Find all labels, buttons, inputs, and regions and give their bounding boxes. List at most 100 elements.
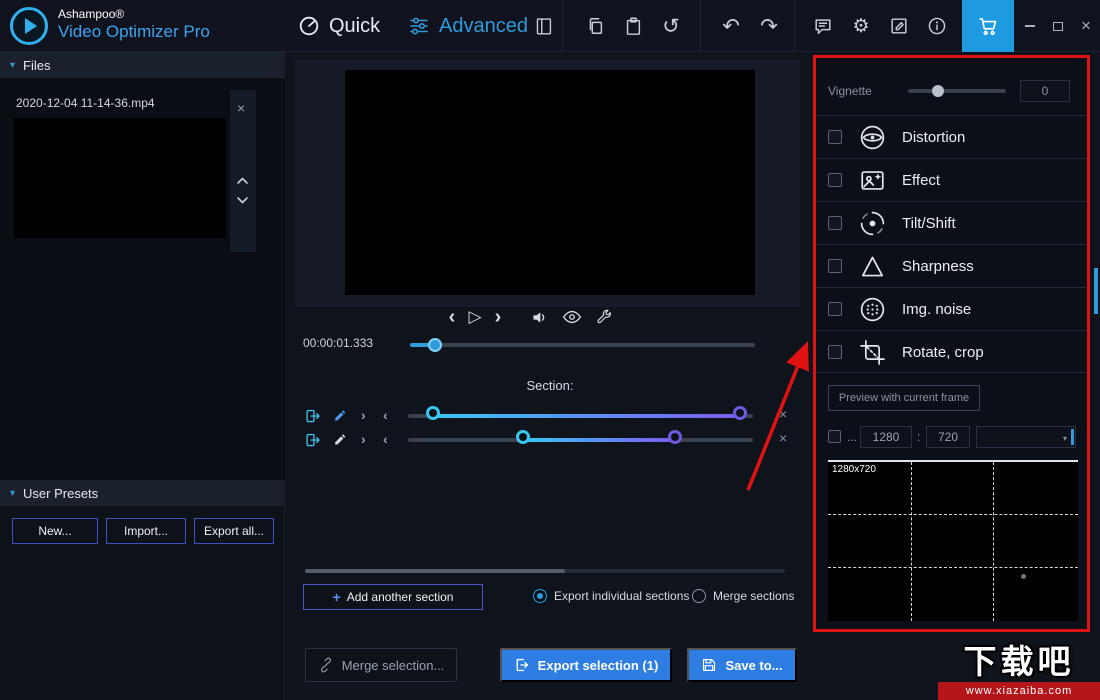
next-frame-button[interactable]: ›	[489, 305, 507, 329]
section-end-set-icon[interactable]: ‹	[383, 431, 388, 447]
radio-unselected-icon[interactable]	[692, 589, 706, 603]
gear-icon: ⚙	[852, 15, 869, 38]
resolution-checkbox[interactable]	[828, 430, 841, 443]
preset-export-all-button[interactable]: Export all...	[194, 518, 274, 544]
checkbox[interactable]	[828, 345, 842, 359]
effect-row-sharpness[interactable]: Sharpness	[816, 244, 1087, 287]
tab-quick[interactable]: Quick	[298, 0, 380, 52]
resolution-preset-dropdown[interactable]: ▾	[976, 426, 1076, 448]
checkbox[interactable]	[828, 130, 842, 144]
sidebar: ▾ Files 2020-12-04 11-14-36.mp4 × ▾ User…	[0, 52, 285, 700]
scrollbar-thumb[interactable]	[305, 569, 565, 573]
remove-section-icon[interactable]: ×	[779, 406, 787, 422]
tab-advanced[interactable]: Advanced	[408, 0, 528, 52]
section-range-slider[interactable]	[408, 438, 753, 442]
checkbox[interactable]	[828, 259, 842, 273]
range-start-thumb[interactable]	[516, 430, 530, 444]
preview-toggle-button[interactable]	[560, 305, 584, 329]
move-up-icon[interactable]	[236, 176, 249, 185]
crop-preview[interactable]: 1280x720	[828, 460, 1078, 621]
range-end-thumb[interactable]	[733, 406, 747, 420]
section-range-slider[interactable]	[408, 414, 753, 418]
resolution-height-input[interactable]: 720	[926, 426, 970, 448]
play-button[interactable]: ▷	[464, 305, 486, 329]
resolution-width-input[interactable]: 1280	[860, 426, 912, 448]
redo-button[interactable]: ↷	[750, 0, 788, 52]
info-button[interactable]	[918, 0, 956, 52]
range-end-thumb[interactable]	[668, 430, 682, 444]
preset-import-button[interactable]: Import...	[106, 518, 186, 544]
section-start-set-icon[interactable]: ›	[361, 407, 366, 423]
merge-selection-button[interactable]: Merge selection...	[305, 648, 457, 682]
effect-label: Tilt/Shift	[902, 215, 956, 232]
notes-button[interactable]	[880, 0, 918, 52]
pencil-icon	[333, 408, 348, 423]
export-selection-button[interactable]: Export selection (1)	[500, 648, 672, 682]
checkbox[interactable]	[828, 216, 842, 230]
volume-button[interactable]	[527, 305, 551, 329]
user-presets-header[interactable]: ▾ User Presets	[0, 480, 285, 506]
paste-button[interactable]	[614, 0, 652, 52]
file-thumbnail[interactable]	[14, 118, 226, 238]
reset-icon: ↺	[662, 16, 680, 37]
chevron-down-icon: ▾	[1063, 434, 1067, 443]
add-section-button[interactable]: + Add another section	[303, 584, 483, 610]
minimize-button[interactable]	[1016, 0, 1044, 52]
sharpness-icon	[858, 252, 887, 281]
seek-thumb[interactable]	[428, 338, 442, 352]
move-down-icon[interactable]	[236, 196, 249, 205]
radio-selected-icon[interactable]	[533, 589, 547, 603]
resolution-dots: ...	[847, 430, 857, 444]
preview-current-frame-button[interactable]: Preview with current frame	[828, 385, 980, 411]
tab-quick-label: Quick	[329, 15, 380, 38]
settings-button[interactable]: ⚙	[842, 0, 880, 52]
vignette-value[interactable]: 0	[1020, 80, 1070, 102]
section-edit-button[interactable]	[333, 432, 348, 447]
save-to-button[interactable]: Save to...	[687, 648, 797, 682]
vignette-thumb[interactable]	[932, 85, 944, 97]
radio-merge-sections[interactable]: Merge sections	[692, 589, 794, 603]
checkbox[interactable]	[828, 173, 842, 187]
effect-row-img-noise[interactable]: Img. noise	[816, 287, 1087, 330]
effect-label: Rotate, crop	[902, 344, 984, 361]
link-icon	[318, 657, 334, 673]
video-preview[interactable]	[345, 70, 755, 295]
preset-new-button[interactable]: New...	[12, 518, 98, 544]
vignette-slider[interactable]	[908, 89, 1006, 93]
section-start-set-icon[interactable]: ›	[361, 431, 366, 447]
close-button[interactable]: ×	[1072, 0, 1100, 52]
section-edit-button[interactable]	[333, 408, 348, 423]
range-active	[523, 438, 675, 442]
radio-export-individual[interactable]: Export individual sections	[533, 589, 689, 603]
effect-row-effect[interactable]: Effect	[816, 158, 1087, 201]
copy-button[interactable]	[576, 0, 614, 52]
effect-row-tilt-shift[interactable]: Tilt/Shift	[816, 201, 1087, 244]
maximize-button[interactable]	[1044, 0, 1072, 52]
sections-scrollbar[interactable]	[305, 569, 785, 573]
range-start-thumb[interactable]	[426, 406, 440, 420]
seek-slider[interactable]	[410, 343, 755, 347]
prev-frame-button[interactable]: ‹	[443, 305, 461, 329]
remove-file-icon[interactable]: ×	[237, 100, 245, 116]
section-export-toggle[interactable]	[305, 408, 322, 425]
panel-layout-button[interactable]	[524, 0, 562, 52]
reset-button[interactable]: ↺	[652, 0, 690, 52]
effect-row-distortion[interactable]: Distortion	[816, 115, 1087, 158]
files-section-header[interactable]: ▾ Files	[0, 52, 285, 78]
section-label: Section:	[285, 378, 815, 393]
toolbar-separator	[700, 0, 701, 52]
dropdown-scrollbar[interactable]	[1071, 429, 1074, 445]
window-scrollbar-thumb[interactable]	[1094, 268, 1098, 314]
feedback-button[interactable]	[804, 0, 842, 52]
section-end-set-icon[interactable]: ‹	[383, 407, 388, 423]
shop-button[interactable]	[962, 0, 1014, 52]
export-selection-label: Export selection (1)	[538, 658, 659, 673]
checkbox[interactable]	[828, 302, 842, 316]
effect-row-rotate-crop[interactable]: Rotate, crop	[816, 330, 1087, 373]
undo-button[interactable]: ↶	[712, 0, 750, 52]
remove-section-icon[interactable]: ×	[779, 430, 787, 446]
tools-button[interactable]	[592, 305, 616, 329]
copy-icon	[585, 16, 605, 36]
cart-icon	[977, 15, 999, 37]
section-export-toggle[interactable]	[305, 432, 322, 449]
